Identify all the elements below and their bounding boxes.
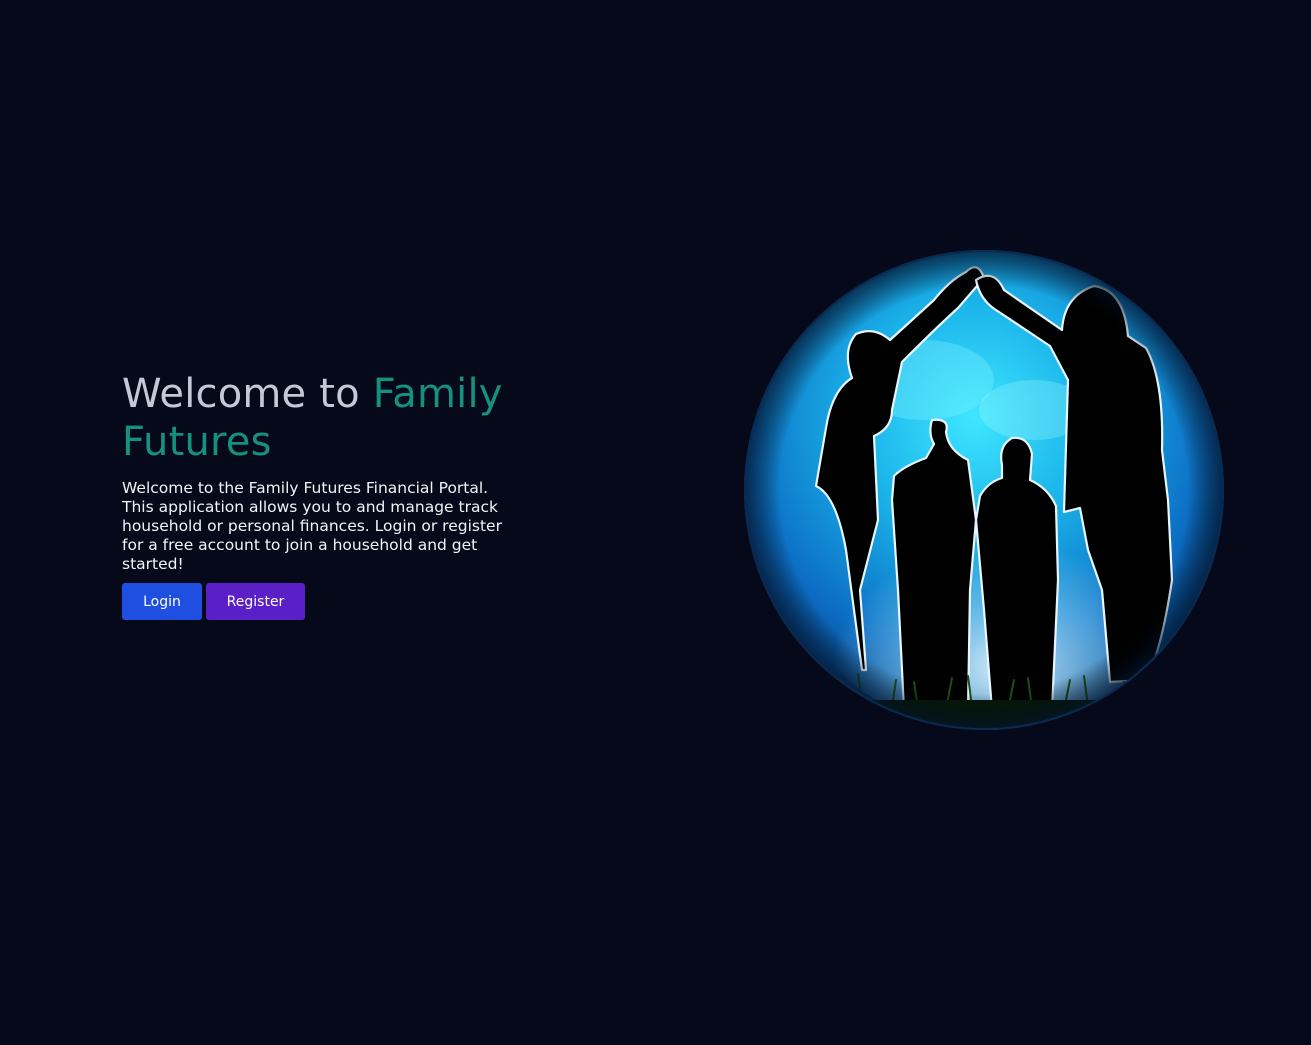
login-button[interactable]: Login bbox=[122, 583, 202, 620]
family-silhouette-globe-icon bbox=[744, 250, 1224, 730]
title-lead: Welcome to bbox=[122, 371, 373, 417]
auth-actions: Login Register bbox=[122, 583, 522, 620]
hero-section: Welcome to Family Futures Welcome to the… bbox=[122, 370, 522, 620]
family-globe-illustration bbox=[744, 250, 1224, 730]
register-button[interactable]: Register bbox=[206, 583, 305, 620]
page-title: Welcome to Family Futures bbox=[122, 370, 522, 466]
landing-page: Welcome to Family Futures Welcome to the… bbox=[0, 0, 1311, 1045]
intro-text: Welcome to the Family Futures Financial … bbox=[122, 479, 502, 573]
